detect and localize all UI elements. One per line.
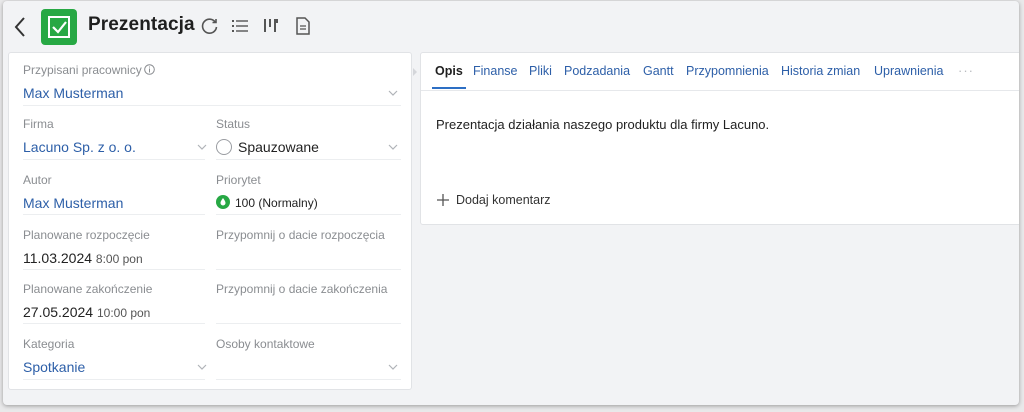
divider [23,323,205,324]
planned-end-label: Planowane zakończenie [23,282,153,296]
tab-historia-zmian[interactable]: Historia zmian [781,64,860,78]
tab-bar: Opis Finanse Pliki Podzadania Gantt Przy… [421,53,1019,91]
priority-drop-icon [216,195,230,209]
planned-start-time: 8:00 pon [95,252,143,266]
chevron-down-icon[interactable] [388,143,398,151]
author-value[interactable]: Max Musterman [23,194,123,212]
refresh-icon[interactable] [200,16,220,36]
tab-uprawnienia[interactable]: Uprawnienia [874,64,943,78]
chevron-down-icon[interactable] [197,143,207,151]
company-value: Lacuno Sp. z o. o. [23,139,136,155]
category-value: Spotkanie [23,359,86,375]
author-field[interactable]: Autor Max Musterman [23,173,123,212]
planned-start-label: Planowane rozpoczęcie [23,228,150,242]
more-tabs-icon[interactable]: ··· [958,63,974,78]
document-icon[interactable] [293,16,313,36]
task-window: Prezentacja Przypisani pracownicy Max Mu… [3,1,1019,405]
add-comment-button[interactable]: Dodaj komentarz [436,193,551,207]
status-field[interactable]: Status Spauzowane [216,117,319,156]
tab-przypomnienia[interactable]: Przypomnienia [686,64,769,78]
company-field[interactable]: Firma Lacuno Sp. z o. o. [23,117,136,156]
divider [216,379,401,380]
task-check-icon [41,9,77,45]
category-field[interactable]: Kategoria Spotkanie [23,337,85,376]
page-title: Prezentacja [88,14,195,35]
hierarchy-icon[interactable] [261,16,281,36]
active-tab-indicator [432,87,466,89]
tab-finanse[interactable]: Finanse [473,64,517,78]
tab-pliki[interactable]: Pliki [529,64,552,78]
list-icon[interactable] [230,16,250,36]
chevron-down-icon[interactable] [388,363,398,371]
remind-end-label: Przypomnij o dacie zakończenia [216,282,388,296]
divider [23,379,205,380]
divider [216,214,401,215]
divider [23,214,205,215]
tab-gantt[interactable]: Gantt [643,64,674,78]
status-radio-icon[interactable] [216,139,232,155]
task-details-panel: Przypisani pracownicy Max Musterman Firm… [8,52,412,390]
assigned-label: Przypisani pracownicy [23,63,142,77]
status-label: Status [216,117,251,131]
priority-label: Priorytet [216,173,261,187]
remind-end-field[interactable]: Przypomnij o dacie zakończenia [216,282,387,296]
remind-start-label: Przypomnij o dacie rozpoczęcia [216,228,385,242]
add-comment-label: Dodaj komentarz [456,193,551,207]
tab-opis[interactable]: Opis [435,64,463,78]
planned-end-date: 27.05.2024 [23,304,94,320]
planned-start-field[interactable]: Planowane rozpoczęcie 11.03.2024 8:00 po… [23,228,150,268]
divider [23,159,205,160]
status-value: Spauzowane [238,139,319,155]
divider [23,105,401,106]
priority-value: 100 (Normalny) [235,196,318,210]
tab-podzadania[interactable]: Podzadania [564,64,630,78]
company-label: Firma [23,117,54,131]
info-icon[interactable] [143,64,155,75]
priority-field[interactable]: Priorytet 100 (Normalny) [216,173,318,212]
divider [216,269,401,270]
divider [23,269,205,270]
contacts-field[interactable]: Osoby kontaktowe [216,337,315,351]
task-description: Prezentacja działania naszego produktu d… [436,117,770,132]
author-label: Autor [23,173,52,187]
category-label: Kategoria [23,337,75,351]
remind-start-field[interactable]: Przypomnij o dacie rozpoczęcia [216,228,385,242]
planned-end-field[interactable]: Planowane zakończenie 27.05.2024 10:00 p… [23,282,152,322]
planned-start-date: 11.03.2024 [23,250,93,266]
planned-end-time: 10:00 pon [96,306,151,320]
contacts-label: Osoby kontaktowe [216,337,315,351]
divider [216,159,401,160]
header: Prezentacja [3,1,1019,51]
chevron-down-icon[interactable] [388,89,398,97]
back-icon[interactable] [11,15,31,39]
assigned-field[interactable]: Przypisani pracownicy Max Musterman [23,63,155,102]
chevron-down-icon[interactable] [197,363,207,371]
divider [216,323,401,324]
collapse-handle-icon[interactable] [412,67,418,77]
content-panel: Opis Finanse Pliki Podzadania Gantt Przy… [420,52,1019,225]
assigned-value: Max Musterman [23,85,124,101]
plus-icon [437,194,449,206]
